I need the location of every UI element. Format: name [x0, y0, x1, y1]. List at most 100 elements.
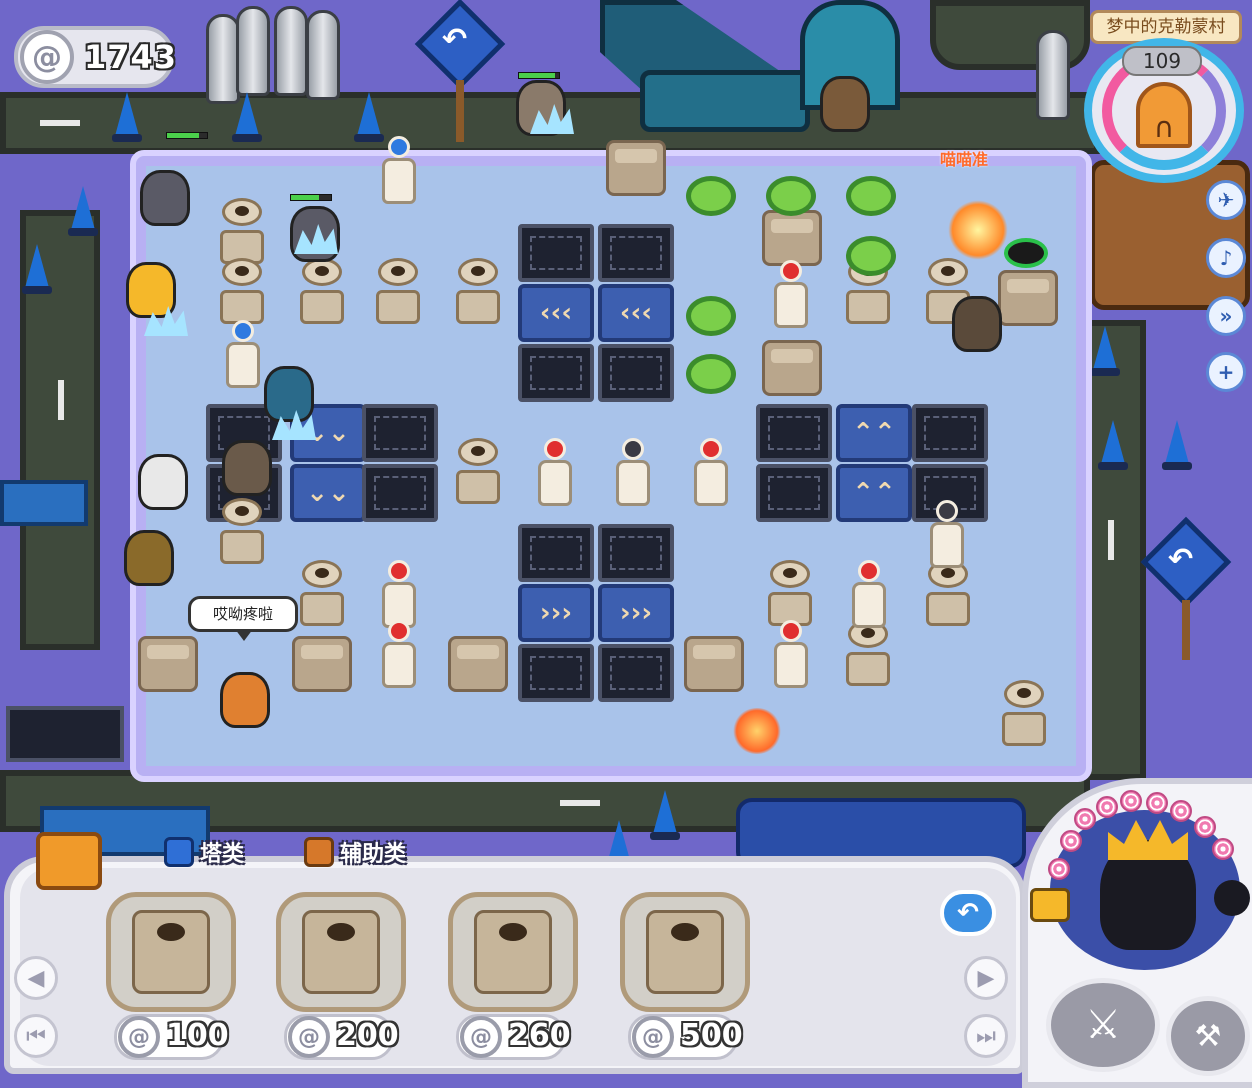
bridge-icon	[0, 480, 88, 526]
crate-obstacle[interactable]	[362, 464, 438, 522]
undo-button[interactable]: ↶	[940, 890, 996, 936]
coin-count: 1743	[84, 38, 178, 76]
hammer-icon: ⚒	[1194, 1018, 1222, 1054]
cannon-tower[interactable]	[214, 254, 270, 324]
crate-obstacle[interactable]	[518, 224, 594, 282]
fast-forward-button[interactable]: »	[1206, 296, 1246, 336]
build-slot-stone-tower[interactable]	[106, 892, 236, 1012]
thorn-bush-obstacle[interactable]	[846, 176, 896, 216]
stone-tower[interactable]	[138, 636, 198, 692]
pawn-tower[interactable]	[532, 434, 578, 506]
pawn-tower[interactable]	[846, 556, 892, 628]
cannon-tower[interactable]	[450, 254, 506, 324]
stone-tower[interactable]	[684, 636, 744, 692]
lollipop-icon	[1048, 858, 1070, 880]
triple-cannon-tower-icon	[302, 910, 380, 994]
conveyor-down-obstacle[interactable]: ⌄⌄	[290, 464, 366, 522]
lollipop-icon	[1212, 838, 1234, 860]
road-dash	[1108, 520, 1114, 560]
mute-button[interactable]: ♪	[1206, 238, 1246, 278]
crate-obstacle[interactable]	[756, 404, 832, 462]
cone-icon	[68, 186, 98, 236]
bed-icon[interactable]	[1030, 888, 1070, 922]
cannon-tower[interactable]	[214, 494, 270, 564]
lollipop-icon	[1096, 796, 1118, 818]
skill-button[interactable]: ⚒	[1166, 996, 1250, 1076]
pawn-tower[interactable]	[376, 132, 422, 204]
conveyor-left-obstacle[interactable]: ‹‹‹	[598, 284, 674, 342]
enemy-cat[interactable]	[138, 454, 188, 510]
stone-tower[interactable]	[998, 270, 1058, 326]
thorn-bush-obstacle[interactable]	[686, 354, 736, 394]
build-slot-triple-cannon-tower[interactable]	[276, 892, 406, 1012]
prev-page-button[interactable]: ◀	[14, 956, 58, 1000]
enemy-cat[interactable]	[222, 440, 272, 496]
gate-icon[interactable]: ∩	[1136, 82, 1192, 148]
stone-tower[interactable]	[292, 636, 352, 692]
crate-obstacle[interactable]	[598, 644, 674, 702]
stone-tower[interactable]	[762, 340, 822, 396]
crate-obstacle[interactable]	[756, 464, 832, 522]
conveyor-right-obstacle[interactable]: ›››	[518, 584, 594, 642]
conveyor-up-obstacle[interactable]: ⌃⌃	[836, 464, 912, 522]
crate-obstacle[interactable]	[362, 404, 438, 462]
crate-obstacle[interactable]	[598, 224, 674, 282]
crate-obstacle[interactable]	[518, 644, 594, 702]
thorn-bush-obstacle[interactable]	[846, 236, 896, 276]
cannon-tower[interactable]	[294, 254, 350, 324]
cat-skill-icon[interactable]	[1214, 880, 1250, 916]
enemy-cat[interactable]	[220, 672, 270, 728]
pawn-tower[interactable]	[610, 434, 656, 506]
pawn-tower[interactable]	[688, 434, 734, 506]
support-tab-icon	[304, 837, 334, 867]
crate-obstacle[interactable]	[518, 344, 594, 402]
stone-tower[interactable]	[606, 140, 666, 196]
first-page-button[interactable]: ⏮	[14, 1014, 58, 1058]
pawn-tower[interactable]	[376, 616, 422, 688]
cannon-tower[interactable]	[294, 556, 350, 626]
build-toolbox-icon[interactable]	[36, 832, 102, 890]
crate-obstacle[interactable]	[518, 524, 594, 582]
thorn-bush-obstacle[interactable]	[766, 176, 816, 216]
cannon-tower[interactable]	[996, 676, 1052, 746]
pawn-tower[interactable]	[768, 256, 814, 328]
conveyor-left-obstacle[interactable]: ‹‹‹	[518, 284, 594, 342]
conveyor-up-obstacle[interactable]: ⌃⌃	[836, 404, 912, 462]
enemy-cat[interactable]	[140, 170, 190, 226]
lollipop-icon	[1060, 830, 1082, 852]
level-target-marker[interactable]	[1004, 238, 1048, 268]
sign-pole	[456, 80, 464, 142]
pawn-tower[interactable]	[220, 316, 266, 388]
cannon-tower[interactable]	[370, 254, 426, 324]
thorn-bush-obstacle[interactable]	[686, 176, 736, 216]
tab-support[interactable]: 辅助类	[304, 832, 406, 872]
pawn-tower[interactable]	[924, 496, 970, 568]
cone-icon	[650, 790, 680, 840]
speed-button[interactable]: ✈	[1206, 180, 1246, 220]
last-page-button[interactable]: ⏭	[964, 1014, 1008, 1058]
zoom-button[interactable]: +	[1206, 352, 1246, 392]
next-page-button[interactable]: ▶	[964, 956, 1008, 1000]
crate-obstacle[interactable]	[912, 404, 988, 462]
enemy-cat[interactable]	[264, 366, 314, 422]
thorn-bush-obstacle[interactable]	[686, 296, 736, 336]
enemy-cat[interactable]	[952, 296, 1002, 352]
gate-grate-icon	[6, 706, 124, 762]
coin-icon: @	[632, 1016, 674, 1058]
crate-obstacle[interactable]	[598, 524, 674, 582]
enemy-cat[interactable]	[820, 76, 870, 132]
chevron-right-icon: ▶	[977, 965, 995, 991]
cannon-tower[interactable]	[450, 434, 506, 504]
sword-icon: ⚔	[1085, 1002, 1121, 1048]
enemy-explorer-cat[interactable]	[124, 530, 174, 586]
pawn-tower[interactable]	[768, 616, 814, 688]
build-slot-pawn-tower[interactable]	[620, 892, 750, 1012]
build-slot-cannon-tower[interactable]	[448, 892, 578, 1012]
crate-obstacle[interactable]	[598, 344, 674, 402]
coin-icon: @	[118, 1016, 160, 1058]
attack-button[interactable]: ⚔	[1046, 978, 1160, 1072]
explosion-effect-icon	[948, 200, 1008, 260]
tab-towers[interactable]: 塔类	[164, 832, 244, 872]
stone-tower[interactable]	[448, 636, 508, 692]
conveyor-right-obstacle[interactable]: ›››	[598, 584, 674, 642]
